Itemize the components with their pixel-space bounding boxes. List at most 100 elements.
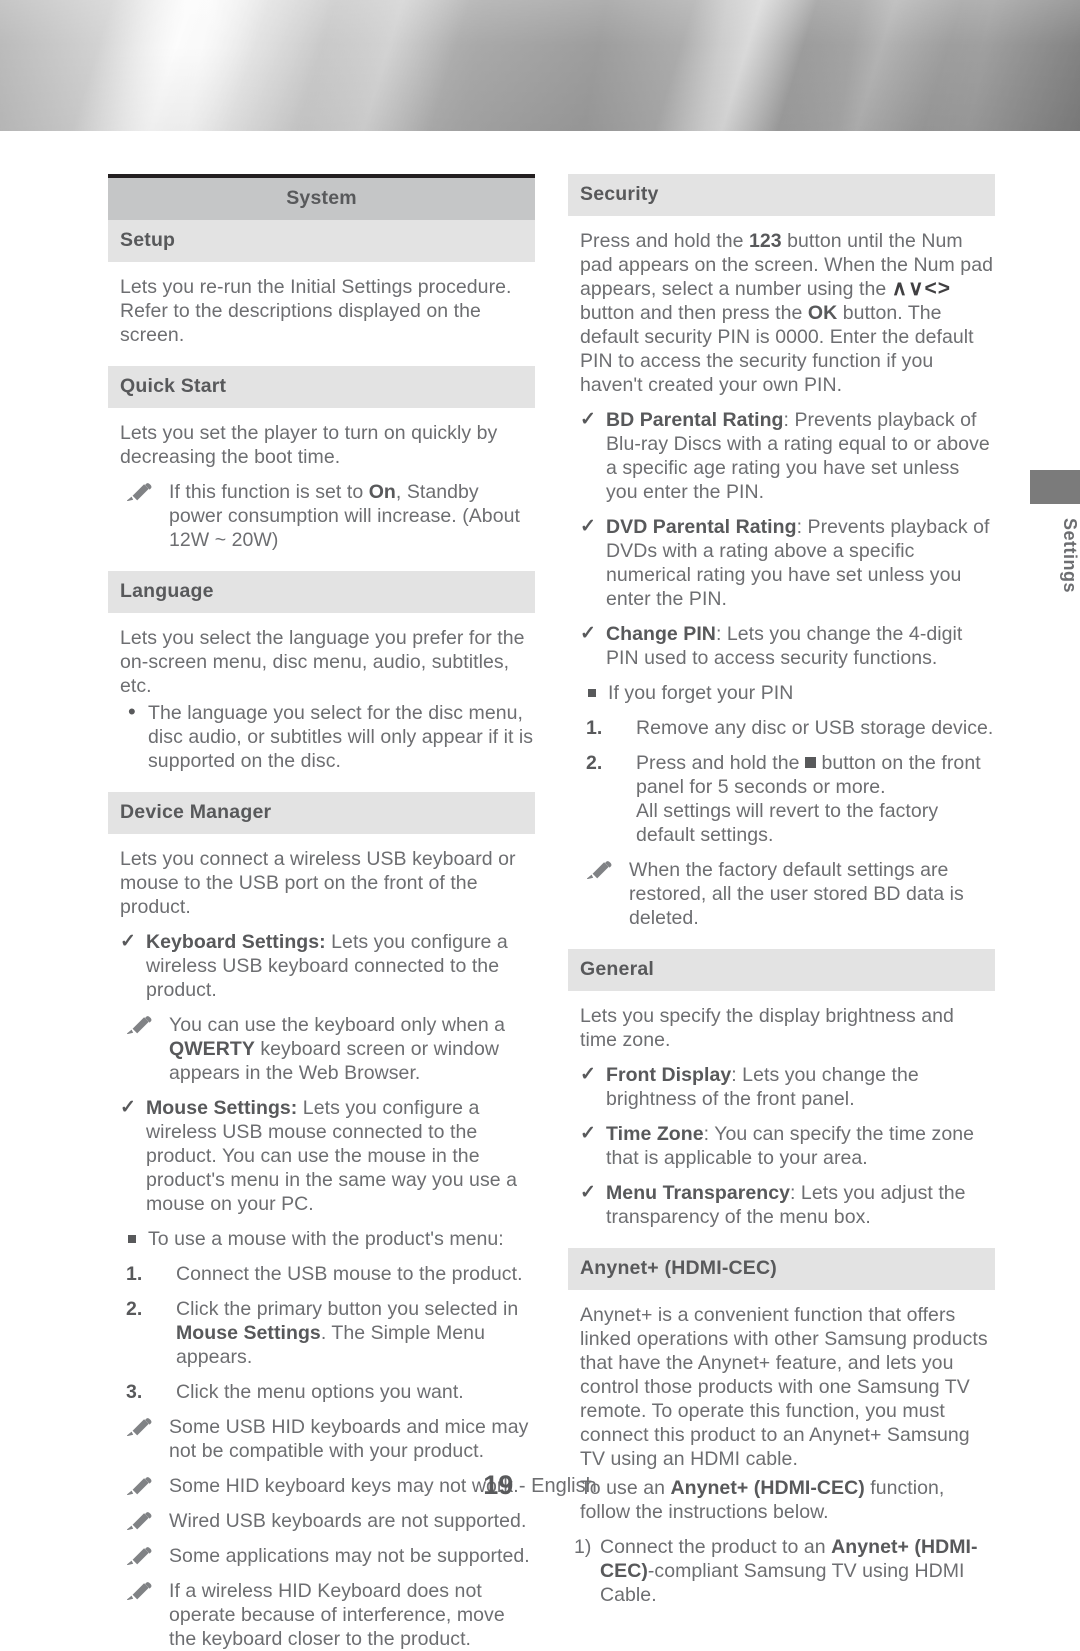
- mouse-step-3: 3. Click the menu options you want.: [120, 1380, 535, 1404]
- check-icon: ✓: [580, 1064, 596, 1085]
- general-item-time-zone: ✓ Time Zone: You can specify the time zo…: [580, 1122, 995, 1170]
- security-item-change-pin: ✓ Change PIN: Lets you change the 4-digi…: [580, 622, 995, 670]
- right-column: Security Press and hold the 123 button u…: [568, 174, 995, 1607]
- general-item-text: Menu Transparency: Lets you adjust the t…: [606, 1182, 966, 1228]
- top-banner-image: [0, 0, 1080, 131]
- device-note-4: Some applications may not be supported.: [120, 1544, 535, 1568]
- general-item-text: Front Display: Lets you change the brigh…: [606, 1064, 919, 1110]
- step-text: Remove any disc or USB storage device.: [636, 717, 994, 739]
- banner-shading: [0, 0, 1080, 131]
- subsection-heading-quick-start: Quick Start: [108, 366, 535, 408]
- check-icon: ✓: [580, 1182, 596, 1203]
- step-number: 1.: [586, 717, 603, 739]
- check-icon: ✓: [580, 623, 596, 644]
- anynet-step-1: 1) Connect the product to an Anynet+ (HD…: [574, 1535, 995, 1607]
- section-title-system: System: [108, 174, 535, 220]
- setup-body: Lets you re-run the Initial Settings pro…: [120, 276, 512, 346]
- security-item-bd-parental-rating: ✓ BD Parental Rating: Prevents playback …: [580, 408, 995, 504]
- step-number: 1): [574, 1536, 592, 1558]
- keyboard-settings-text: Keyboard Settings: Lets you configure a …: [146, 931, 508, 1001]
- language-bullet-text: The language you select for the disc men…: [148, 702, 534, 772]
- step-text: Connect the product to an Anynet+ (HDMI-…: [600, 1536, 978, 1606]
- stop-button-icon: [804, 757, 816, 768]
- side-tab-block: [1030, 470, 1080, 504]
- step-number: 2.: [586, 752, 603, 774]
- device-note-text: Wired USB keyboards are not supported.: [169, 1510, 527, 1532]
- pencil-icon: [126, 1016, 152, 1040]
- mouse-intro-text: To use a mouse with the product's menu:: [148, 1228, 504, 1250]
- device-note-text: Some applications may not be supported.: [169, 1545, 530, 1567]
- quick-start-body: Lets you set the player to turn on quick…: [120, 422, 498, 468]
- forgot-pin-step-1: 1. Remove any disc or USB storage device…: [580, 716, 995, 740]
- side-tab-label: Settings: [1060, 518, 1080, 594]
- subsection-heading-security: Security: [568, 174, 995, 216]
- left-column: System Setup Lets you re-run the Initial…: [108, 174, 535, 1651]
- round-bullet-icon: •: [128, 699, 136, 724]
- step-number: 2.: [126, 1298, 143, 1320]
- mouse-settings-item: ✓ Mouse Settings: Lets you configure a w…: [120, 1096, 535, 1216]
- general-item-text: Time Zone: You can specify the time zone…: [606, 1123, 974, 1169]
- forgot-pin-heading-text: If you forget your PIN: [608, 682, 794, 704]
- security-item-text: DVD Parental Rating: Prevents playback o…: [606, 516, 990, 610]
- step-text: Click the primary button you selected in…: [176, 1298, 519, 1368]
- device-note-1: Some USB HID keyboards and mice may not …: [120, 1415, 535, 1463]
- page-number: 19: [483, 1470, 514, 1500]
- pencil-icon: [126, 1512, 152, 1536]
- pencil-icon: [126, 1547, 152, 1571]
- check-icon: ✓: [580, 409, 596, 430]
- subsection-heading-general: General: [568, 949, 995, 991]
- step-number: 1.: [126, 1263, 143, 1285]
- keyboard-note: You can use the keyboard only when a QWE…: [120, 1013, 535, 1085]
- keyboard-settings-item: ✓ Keyboard Settings: Lets you configure …: [120, 930, 535, 1002]
- check-icon: ✓: [120, 1097, 136, 1118]
- security-item-text: Change PIN: Lets you change the 4-digit …: [606, 623, 963, 669]
- page-footer: 19 - English: [0, 1470, 1080, 1501]
- pencil-icon: [126, 1582, 152, 1606]
- side-tab: Settings: [1030, 470, 1080, 593]
- square-bullet-icon: [588, 681, 596, 705]
- mouse-settings-text: Mouse Settings: Lets you configure a wir…: [146, 1097, 518, 1215]
- device-note-5: If a wireless HID Keyboard does not oper…: [120, 1579, 535, 1651]
- general-item-front-display: ✓ Front Display: Lets you change the bri…: [580, 1063, 995, 1111]
- device-note-text: If a wireless HID Keyboard does not oper…: [169, 1580, 505, 1650]
- step-text: Connect the USB mouse to the product.: [176, 1263, 523, 1285]
- pencil-icon: [586, 861, 612, 885]
- step-text: Press and hold the button on the front p…: [636, 752, 981, 846]
- quick-start-note-text: If this function is set to On, Standby p…: [169, 481, 520, 551]
- subsection-heading-language: Language: [108, 571, 535, 613]
- subsection-heading-anynet: Anynet+ (HDMI-CEC): [568, 1248, 995, 1290]
- footer-language: English: [531, 1475, 597, 1497]
- step-text: Click the menu options you want.: [176, 1381, 464, 1403]
- check-icon: ✓: [120, 931, 136, 952]
- device-manager-body: Lets you connect a wireless USB keyboard…: [120, 848, 516, 918]
- security-item-text: BD Parental Rating: Prevents playback of…: [606, 409, 990, 503]
- page-content: System Setup Lets you re-run the Initial…: [108, 174, 996, 1650]
- forgot-pin-heading: If you forget your PIN: [580, 681, 995, 705]
- check-icon: ✓: [580, 516, 596, 537]
- security-item-dvd-parental-rating: ✓ DVD Parental Rating: Prevents playback…: [580, 515, 995, 611]
- step-number: 3.: [126, 1381, 143, 1403]
- language-bullet: • The language you select for the disc m…: [120, 699, 535, 773]
- device-note-text: Some USB HID keyboards and mice may not …: [169, 1416, 529, 1462]
- keyboard-note-text: You can use the keyboard only when a QWE…: [169, 1014, 506, 1084]
- check-icon: ✓: [580, 1123, 596, 1144]
- general-body: Lets you specify the display brightness …: [580, 1005, 954, 1051]
- pencil-icon: [126, 1418, 152, 1442]
- quick-start-note: If this function is set to On, Standby p…: [120, 480, 535, 552]
- direction-buttons-icon: ∧∨<>: [891, 277, 952, 300]
- subsection-heading-device-manager: Device Manager: [108, 792, 535, 834]
- general-item-menu-transparency: ✓ Menu Transparency: Lets you adjust the…: [580, 1181, 995, 1229]
- restore-note: When the factory default settings are re…: [580, 858, 995, 930]
- mouse-step-1: 1. Connect the USB mouse to the product.: [120, 1262, 535, 1286]
- subsection-heading-setup: Setup: [108, 220, 535, 262]
- footer-separator: -: [513, 1475, 532, 1497]
- language-body: Lets you select the language you prefer …: [120, 627, 525, 697]
- device-note-3: Wired USB keyboards are not supported.: [120, 1509, 535, 1533]
- pencil-icon: [126, 483, 152, 507]
- restore-note-text: When the factory default settings are re…: [629, 859, 964, 929]
- mouse-intro-item: To use a mouse with the product's menu:: [120, 1227, 535, 1251]
- anynet-body: Anynet+ is a convenient function that of…: [580, 1304, 988, 1470]
- forgot-pin-step-2: 2. Press and hold the button on the fron…: [580, 751, 995, 847]
- mouse-step-2: 2. Click the primary button you selected…: [120, 1297, 535, 1369]
- security-body: Press and hold the 123 button until the …: [580, 230, 993, 396]
